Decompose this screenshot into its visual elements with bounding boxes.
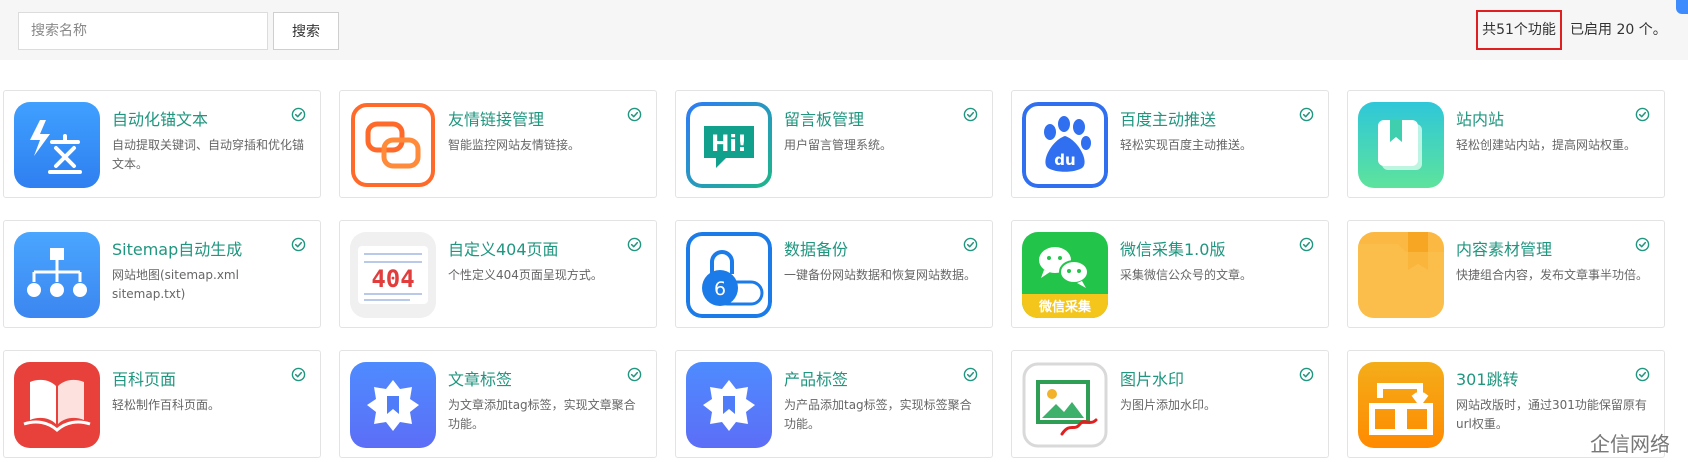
feature-title[interactable]: 微信采集1.0版 — [1120, 236, 1225, 260]
feature-title[interactable]: 自动化锚文本 — [112, 106, 208, 130]
message-icon: Hi! — [686, 102, 772, 188]
enabled-check-icon — [963, 237, 978, 252]
feature-card[interactable]: 产品标签为产品添加tag标签，实现标签聚合功能。 — [675, 350, 993, 458]
svg-text:微信采集: 微信采集 — [1038, 299, 1092, 315]
feature-description: 采集微信公众号的文章。 — [1120, 268, 1253, 282]
feature-title[interactable]: 301跳转 — [1456, 366, 1519, 390]
svg-text:6: 6 — [714, 278, 726, 300]
feature-title[interactable]: 百科页面 — [112, 366, 176, 390]
feature-description: 智能监控网站友情链接。 — [448, 138, 581, 152]
feature-card[interactable]: 图片水印为图片添加水印。 — [1011, 350, 1329, 458]
svg-text:Hi!: Hi! — [711, 132, 747, 157]
feature-card[interactable]: 404 自定义404页面个性定义404页面呈现方式。 — [339, 220, 657, 328]
feature-card[interactable]: 微信采集 微信采集1.0版采集微信公众号的文章。 — [1011, 220, 1329, 328]
enabled-check-icon — [291, 367, 306, 382]
search-input[interactable] — [18, 12, 268, 50]
total-features-count: 共51个功能 — [1476, 10, 1562, 50]
feature-card[interactable]: 友情链接管理智能监控网站友情链接。 — [339, 90, 657, 198]
feature-title[interactable]: 友情链接管理 — [448, 106, 544, 130]
enabled-check-icon — [963, 367, 978, 382]
feature-description: 轻松创建站内站，提高网站权重。 — [1456, 138, 1637, 152]
sitemap-icon — [14, 232, 100, 318]
feature-description: 为产品添加tag标签，实现标签聚合功能。 — [784, 398, 972, 431]
enabled-check-icon — [291, 107, 306, 122]
enabled-check-icon — [627, 107, 642, 122]
feature-card[interactable]: 自动化锚文本自动提取关键词、自动穿插和优化锚文本。 — [3, 90, 321, 198]
feature-card[interactable]: Hi! 留言板管理用户留言管理系统。 — [675, 90, 993, 198]
feature-card[interactable]: 文章标签为文章添加tag标签，实现文章聚合功能。 — [339, 350, 657, 458]
corner-tab[interactable] — [1676, 0, 1688, 14]
feature-description: 用户留言管理系统。 — [784, 138, 893, 152]
error-404-icon: 404 — [350, 232, 436, 318]
enabled-check-icon — [291, 237, 306, 252]
redirect-icon — [1358, 362, 1444, 448]
enabled-features-count: 已启用 20 个。 — [1570, 22, 1667, 38]
enabled-check-icon — [1635, 237, 1650, 252]
feature-description: 自动提取关键词、自动穿插和优化锚文本。 — [112, 138, 305, 171]
feature-title[interactable]: 数据备份 — [784, 236, 848, 260]
feature-card[interactable]: 站内站轻松创建站内站，提高网站权重。 — [1347, 90, 1665, 198]
toolbar: 搜索 共51个功能 已启用 20 个。 — [0, 0, 1688, 60]
feature-card[interactable]: 6 数据备份一键备份网站数据和恢复网站数据。 — [675, 220, 993, 328]
feature-card[interactable]: du 百度主动推送轻松实现百度主动推送。 — [1011, 90, 1329, 198]
enabled-check-icon — [627, 367, 642, 382]
bookmark-icon — [1358, 102, 1444, 188]
backup-icon: 6 — [686, 232, 772, 318]
feature-card[interactable]: 内容素材管理快捷组合内容，发布文章事半功倍。 — [1347, 220, 1665, 328]
book-icon — [14, 362, 100, 448]
enabled-check-icon — [627, 237, 642, 252]
feature-title[interactable]: Sitemap自动生成 — [112, 236, 242, 260]
feature-description: 网站地图(sitemap.xml sitemap.txt) — [112, 268, 239, 301]
feature-title[interactable]: 留言板管理 — [784, 106, 864, 130]
feature-title[interactable]: 百度主动推送 — [1120, 106, 1216, 130]
tag-badge-icon — [350, 362, 436, 448]
svg-text:du: du — [1054, 151, 1075, 169]
wechat-icon: 微信采集 — [1022, 232, 1108, 318]
tag-badge-icon — [686, 362, 772, 448]
feature-title[interactable]: 自定义404页面 — [448, 236, 559, 260]
feature-title[interactable]: 文章标签 — [448, 366, 512, 390]
feature-card[interactable]: Sitemap自动生成网站地图(sitemap.xml sitemap.txt) — [3, 220, 321, 328]
feature-description: 个性定义404页面呈现方式。 — [448, 268, 603, 282]
enabled-check-icon — [1635, 367, 1650, 382]
link-icon — [350, 102, 436, 188]
enabled-check-icon — [1299, 367, 1314, 382]
enabled-check-icon — [963, 107, 978, 122]
enabled-check-icon — [1299, 237, 1314, 252]
baidu-icon: du — [1022, 102, 1108, 188]
feature-description: 一键备份网站数据和恢复网站数据。 — [784, 268, 977, 282]
feature-title[interactable]: 图片水印 — [1120, 366, 1184, 390]
enabled-check-icon — [1635, 107, 1650, 122]
feature-description: 为图片添加水印。 — [1120, 398, 1217, 412]
translate-icon — [14, 102, 100, 188]
watermark-text: 企信网络 — [1590, 432, 1670, 456]
enabled-check-icon — [1299, 107, 1314, 122]
feature-card[interactable]: 百科页面轻松制作百科页面。 — [3, 350, 321, 458]
feature-title[interactable]: 站内站 — [1456, 106, 1504, 130]
feature-title[interactable]: 产品标签 — [784, 366, 848, 390]
folder-icon — [1358, 232, 1444, 318]
svg-text:404: 404 — [371, 265, 414, 293]
feature-description: 轻松制作百科页面。 — [112, 398, 221, 412]
search-button[interactable]: 搜索 — [273, 12, 339, 50]
image-watermark-icon — [1022, 362, 1108, 448]
feature-title[interactable]: 内容素材管理 — [1456, 236, 1552, 260]
feature-description: 轻松实现百度主动推送。 — [1120, 138, 1253, 152]
feature-description: 为文章添加tag标签，实现文章聚合功能。 — [448, 398, 636, 431]
feature-description: 快捷组合内容，发布文章事半功倍。 — [1456, 268, 1649, 282]
